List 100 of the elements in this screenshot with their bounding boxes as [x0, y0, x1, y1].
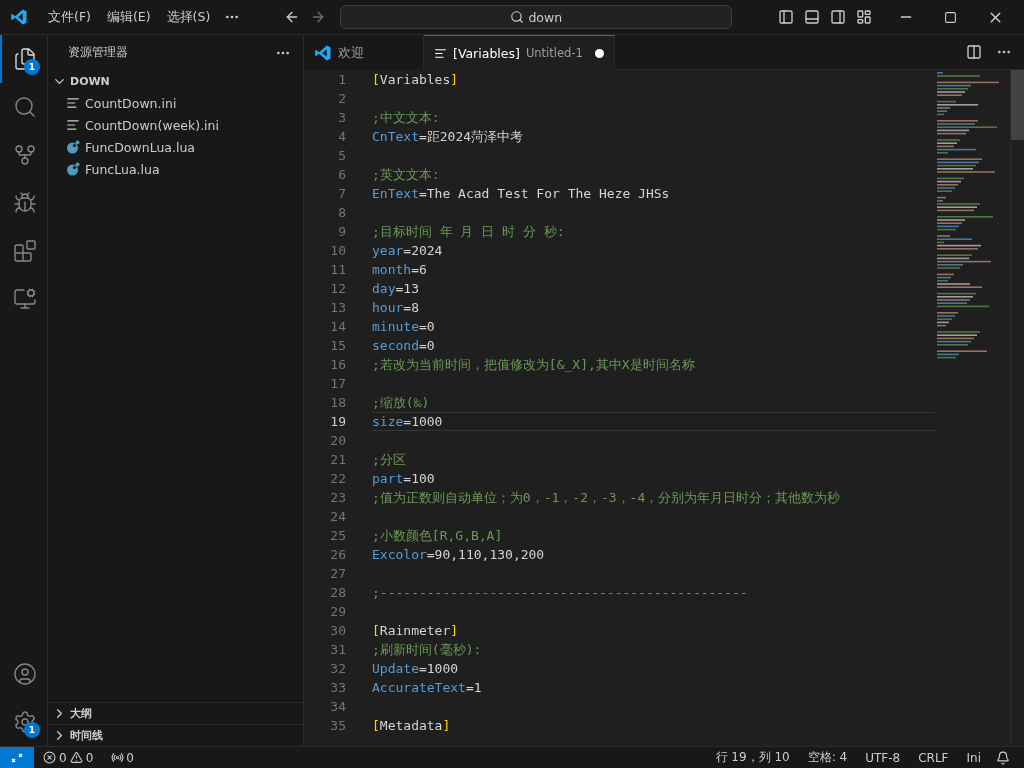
- ports-status[interactable]: 0: [102, 750, 143, 765]
- line-number: 17: [329, 376, 347, 391]
- bug-icon: [12, 191, 37, 215]
- line-number: 27: [329, 566, 347, 581]
- key-value: size=1000: [372, 414, 443, 429]
- line-number: 30: [329, 623, 347, 638]
- line-number: 24: [329, 509, 347, 524]
- file-item[interactable]: CountDown.ini: [48, 92, 303, 114]
- line-number: 9: [337, 224, 347, 239]
- search-icon: [12, 95, 37, 119]
- layout-icon[interactable]: [856, 9, 872, 25]
- comment: ;缩放(‰): [372, 393, 430, 412]
- search-field[interactable]: down: [340, 5, 733, 29]
- line-number: 19: [329, 414, 347, 429]
- line-number: 14: [329, 319, 347, 334]
- line-number: 6: [337, 167, 347, 182]
- status-item[interactable]: 行 19，列 10: [706, 749, 799, 766]
- folder-row[interactable]: DOWN: [48, 70, 303, 92]
- key-value: Excolor=90,110,130,200: [372, 547, 545, 562]
- line-number: 16: [329, 357, 347, 372]
- comment: ;刷新时间(毫秒):: [372, 640, 482, 659]
- status-item[interactable]: Ini: [957, 750, 990, 765]
- editor-tab[interactable]: 欢迎: [304, 35, 424, 70]
- line-number: 26: [329, 547, 347, 562]
- app-logo: [10, 8, 28, 26]
- key-value: EnText=The Acad Test For The Heze JHSs: [372, 186, 670, 201]
- monitor-icon: [12, 287, 37, 311]
- menu-item[interactable]: 文件(F): [40, 8, 99, 26]
- line-number: 34: [329, 699, 347, 714]
- panel-right-icon[interactable]: [830, 9, 846, 25]
- remote-button[interactable]: [0, 747, 34, 768]
- key-value: AccurateText=1: [372, 680, 482, 695]
- comment: ;若改为当前时间，把值修改为[&_X],其中X是时间名称: [372, 355, 695, 374]
- bell-icon[interactable]: [996, 750, 1010, 765]
- line-number: 22: [329, 471, 347, 486]
- key-value: month=6: [372, 262, 427, 277]
- file-item[interactable]: FuncDownLua.lua: [48, 136, 303, 158]
- search-icon: [510, 10, 525, 24]
- status-item[interactable]: 空格: 4: [798, 749, 857, 766]
- status-item[interactable]: CRLF: [909, 750, 958, 765]
- problems-status[interactable]: 0 0: [34, 750, 103, 765]
- orb-icon: [66, 140, 80, 154]
- lines-icon: [66, 96, 80, 110]
- blocks-icon: [12, 239, 37, 263]
- panel-left-icon[interactable]: [778, 9, 794, 25]
- section-header: [Variables]: [372, 72, 459, 87]
- file-item[interactable]: CountDown(week).ini: [48, 114, 303, 136]
- panel-header[interactable]: 大纲: [48, 702, 303, 724]
- comment: ;小数颜色[R,G,B,A]: [372, 526, 503, 545]
- activity-item[interactable]: 1: [0, 35, 47, 83]
- menu-item[interactable]: 选择(S): [158, 8, 219, 26]
- comment: ;英文文本:: [372, 165, 440, 184]
- key-value: part=100: [372, 471, 435, 486]
- file-item[interactable]: FuncLua.lua: [48, 158, 303, 180]
- section-header: [Metadata]: [372, 718, 451, 733]
- key-value: CnText=距2024菏泽中考: [372, 127, 524, 146]
- section-header: [Rainmeter]: [372, 623, 459, 638]
- line-number: 2: [337, 91, 347, 106]
- error-icon: [43, 751, 56, 764]
- lines-icon: [434, 46, 447, 60]
- line-number: 7: [337, 186, 347, 201]
- split-editor-icon[interactable]: [966, 44, 982, 60]
- branch-icon: [12, 143, 37, 167]
- line-number: 1: [337, 72, 347, 87]
- line-number: 4: [337, 129, 347, 144]
- line-number: 11: [329, 262, 347, 277]
- key-value: second=0: [372, 338, 435, 353]
- line-number: 10: [329, 243, 347, 258]
- scrollbar[interactable]: [1010, 70, 1024, 746]
- app-logo: [314, 44, 332, 62]
- line-number: 5: [337, 148, 347, 163]
- count-badge: 1: [24, 59, 40, 75]
- comment: ;-----------------------------------------------: [372, 585, 748, 600]
- warning-icon: [69, 751, 83, 764]
- line-number: 21: [329, 452, 347, 467]
- line-number: 20: [329, 433, 347, 448]
- maximize-icon[interactable]: [944, 10, 957, 24]
- count-badge: 1: [24, 722, 40, 738]
- activity-item[interactable]: 1: [0, 698, 47, 746]
- line-number: 15: [329, 338, 347, 353]
- line-number: 12: [329, 281, 347, 296]
- line-number: 25: [329, 528, 347, 543]
- panel-header[interactable]: 时间线: [48, 724, 303, 746]
- line-number: 8: [337, 205, 347, 220]
- editor-tab[interactable]: [Variables] Untitled-1: [424, 35, 615, 70]
- line-number: 32: [329, 661, 347, 676]
- line-number: 13: [329, 300, 347, 315]
- orb-icon: [66, 162, 80, 176]
- key-value: minute=0: [372, 319, 435, 334]
- key-value: year=2024: [372, 243, 443, 258]
- panel-bottom-icon[interactable]: [804, 9, 820, 25]
- menu-item[interactable]: 编辑(E): [98, 8, 159, 26]
- account-icon: [12, 662, 37, 686]
- line-number: 3: [337, 110, 347, 125]
- comment: ;分区: [372, 450, 406, 469]
- lines-icon: [66, 118, 80, 132]
- antenna-icon: [111, 751, 125, 764]
- key-value: hour=8: [372, 300, 419, 315]
- comment: ;值为正数则自动单位；为0，-1，-2，-3，-4，分别为年月日时分；其他数为秒: [372, 488, 841, 507]
- status-item[interactable]: UTF-8: [856, 750, 910, 765]
